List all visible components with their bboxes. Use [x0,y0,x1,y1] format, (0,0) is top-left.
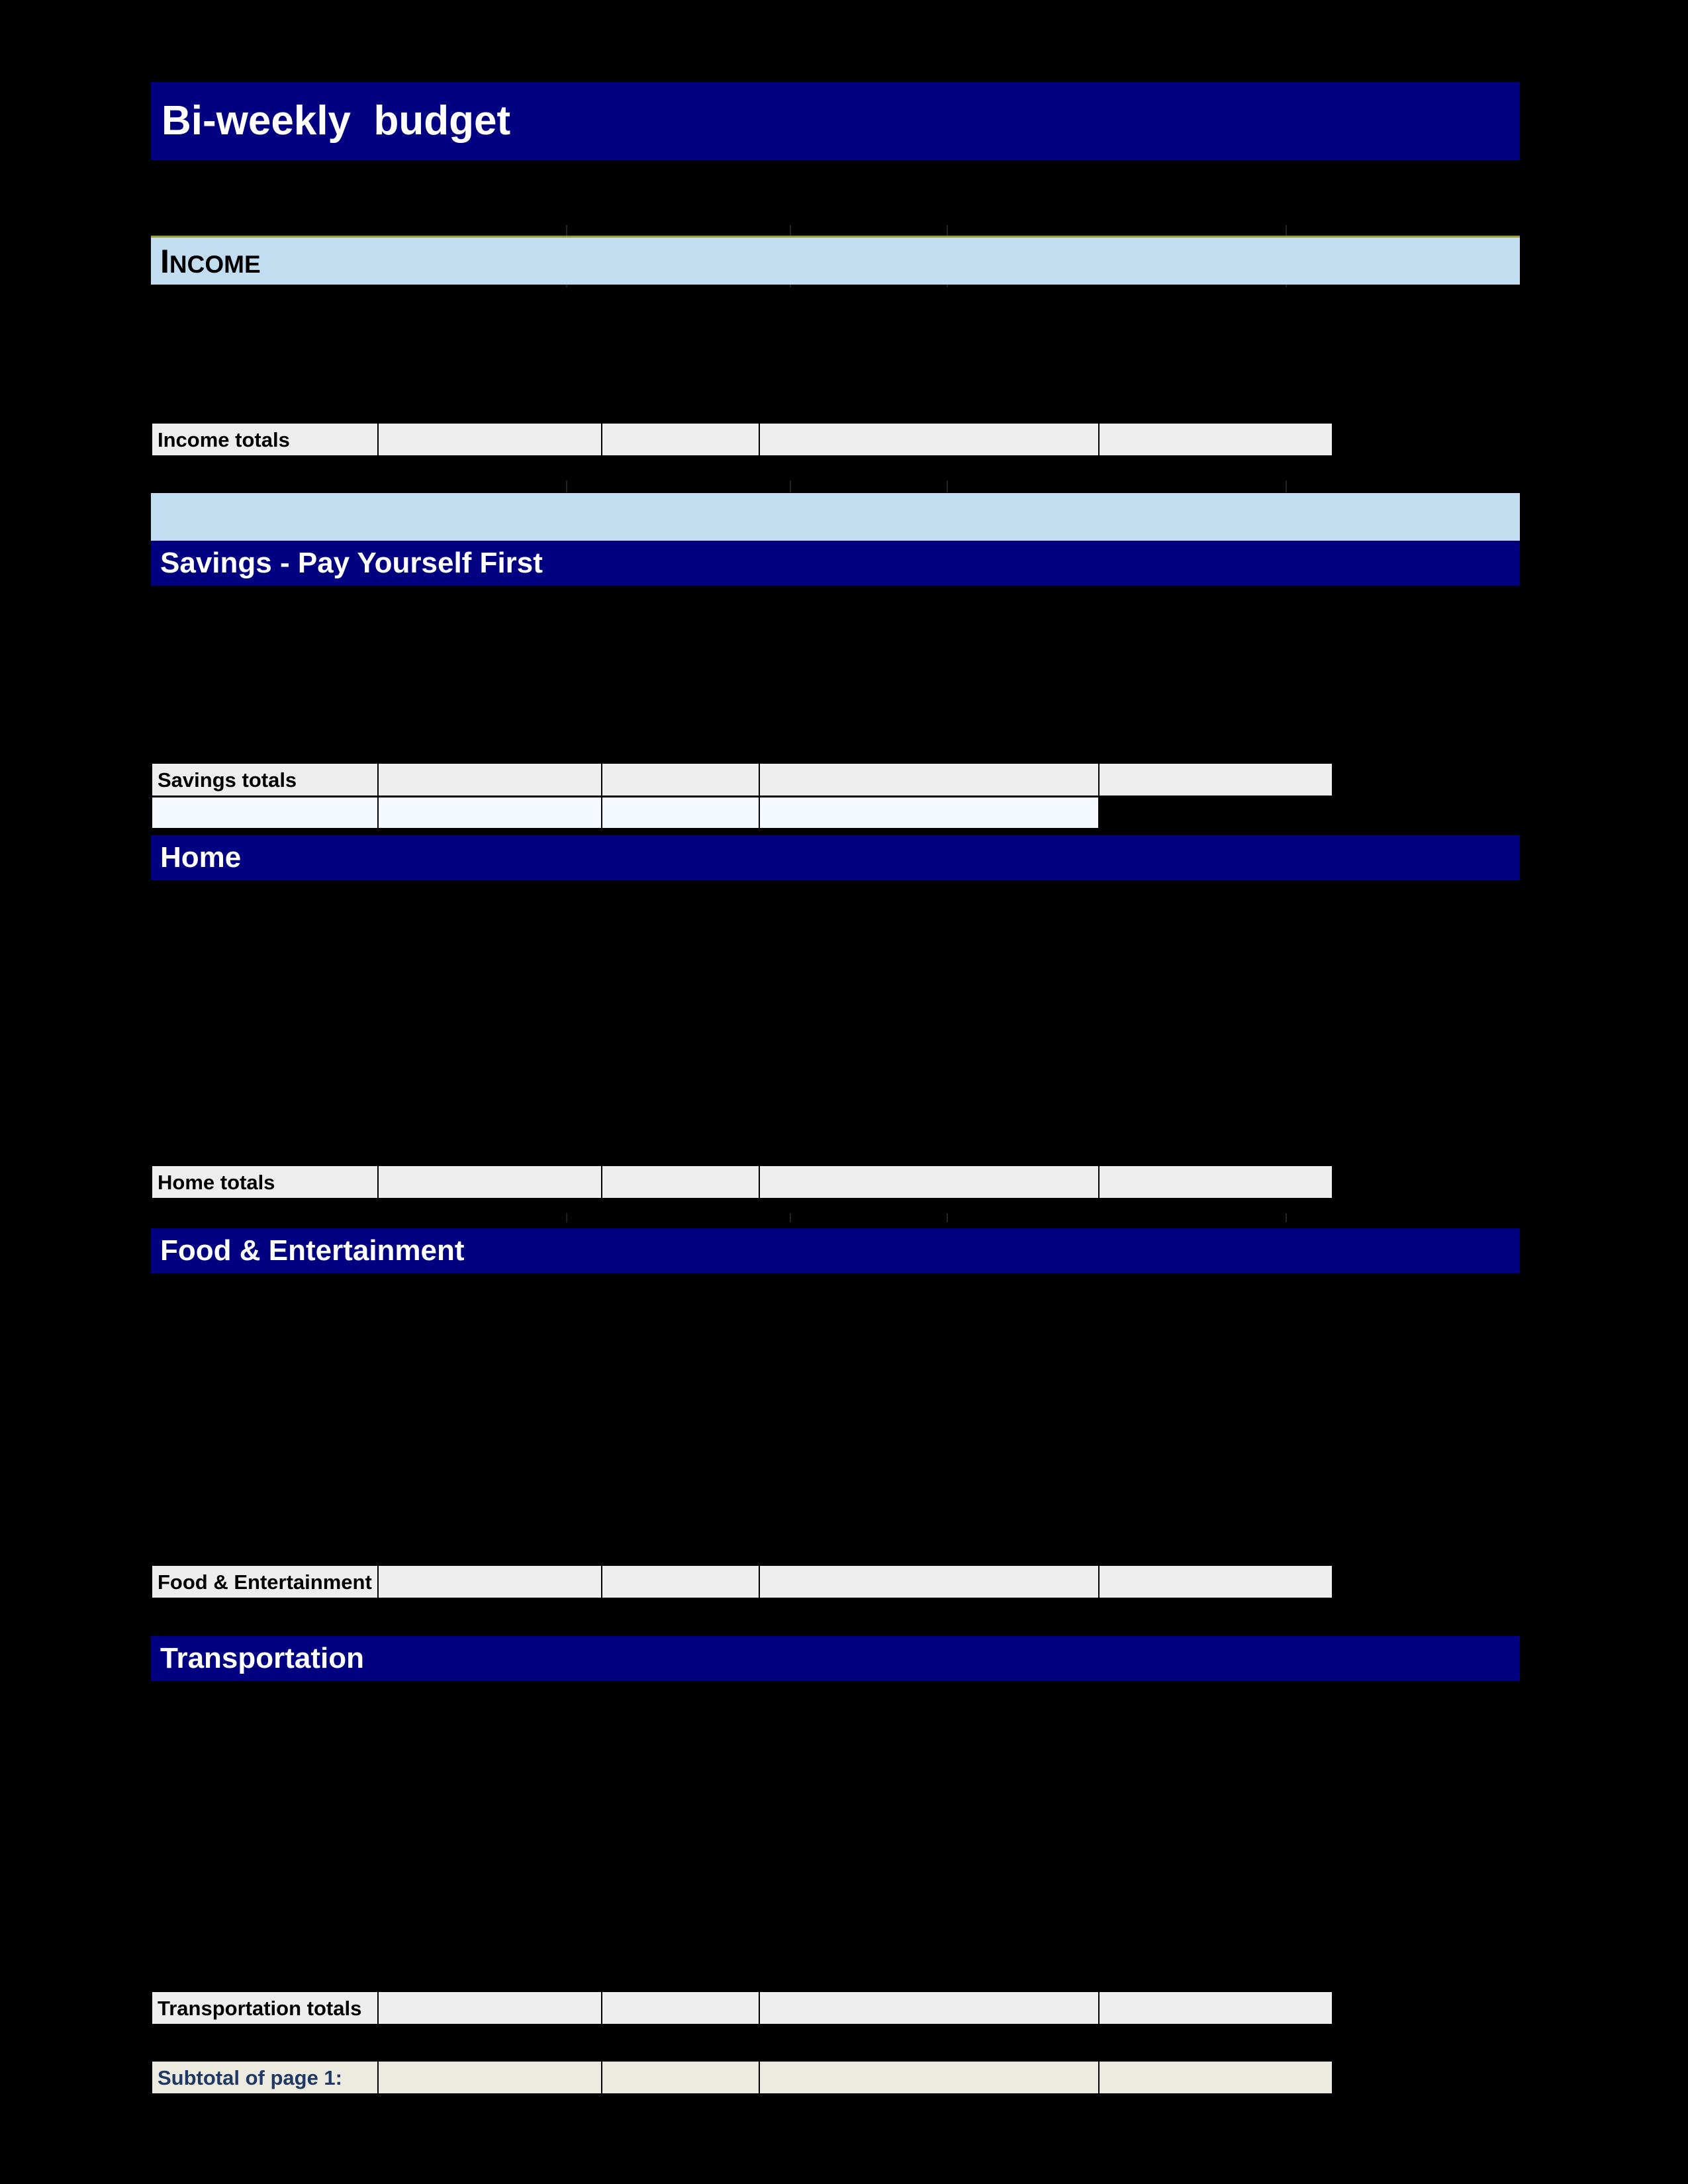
subtotal-page-1-row: Subtotal of page 1: [151,2060,1520,2095]
savings-blank-cell-1[interactable] [151,796,379,829]
food-entertainment-totals-label-cell: Food & Entertainment total [151,1565,421,1599]
home-totals-label: Home totals [158,1170,275,1194]
subtotal-page-1-value-2[interactable] [601,2060,760,2095]
transportation-totals-value-2[interactable] [601,1991,760,2025]
column-tick-12 [1286,480,1287,492]
home-totals-value-1[interactable] [377,1165,602,1199]
income-totals-value-3[interactable] [759,422,1100,457]
transportation-totals-label: Transportation totals [158,1996,362,2020]
income-totals-label-cell: Income totals [151,422,379,457]
section-header-transportation: Transportation [151,1636,1520,1681]
food-entertainment-totals-value-2[interactable] [601,1565,760,1599]
transportation-totals-value-4[interactable] [1098,1991,1333,2025]
food-entertainment-totals-value-1[interactable] [377,1565,602,1599]
home-totals-label-cell: Home totals [151,1165,379,1199]
income-initial-cap: I [160,242,169,280]
savings-totals-row: Savings totals [151,762,1520,797]
food-entertainment-totals-value-4[interactable] [1098,1565,1333,1599]
section-header-home: Home [151,835,1520,880]
savings-totals-value-2[interactable] [601,762,760,797]
home-totals-value-2[interactable] [601,1165,760,1199]
income-rest: NCOME [169,250,261,278]
savings-blank-cell-2[interactable] [377,796,602,829]
savings-section-spacer-band [151,493,1520,541]
section-header-savings-label: Savings - Pay Yourself First [160,547,543,579]
savings-blank-cell-3[interactable] [601,796,760,829]
section-header-savings: Savings - Pay Yourself First [151,541,1520,586]
transportation-totals-value-3[interactable] [759,1991,1100,2025]
column-tick-15 [947,1213,948,1222]
savings-totals-value-3[interactable] [759,762,1100,797]
column-tick-14 [790,1213,791,1222]
section-header-home-label: Home [160,841,242,874]
subtotal-page-1-value-1[interactable] [377,2060,602,2095]
home-totals-value-3[interactable] [759,1165,1100,1199]
section-header-food-entertainment-label: Food & Entertainment [160,1234,465,1267]
transportation-totals-value-1[interactable] [377,1991,602,2025]
subtotal-page-1-value-3[interactable] [759,2060,1100,2095]
income-totals-value-1[interactable] [377,422,602,457]
home-totals-row: Home totals [151,1165,1520,1199]
savings-blank-row [151,796,1285,829]
page-title-bar: Bi-weekly budget [151,82,1520,160]
home-totals-value-4[interactable] [1098,1165,1333,1199]
section-header-income: INCOME [151,236,1520,285]
food-entertainment-totals-value-3[interactable] [759,1565,1100,1599]
savings-blank-cell-4[interactable] [759,796,1100,829]
savings-totals-label: Savings totals [158,768,297,792]
income-totals-value-4[interactable] [1098,422,1333,457]
income-totals-value-2[interactable] [601,422,760,457]
subtotal-page-1-value-4[interactable] [1098,2060,1333,2095]
column-tick-11 [947,480,948,492]
section-header-income-label: INCOME [151,245,261,278]
food-entertainment-totals-row: Food & Entertainment total [151,1565,1520,1599]
section-header-food-entertainment: Food & Entertainment [151,1228,1520,1273]
income-totals-row: Income totals [151,422,1520,457]
column-tick-13 [566,1213,567,1222]
savings-totals-value-4[interactable] [1098,762,1333,797]
savings-totals-value-1[interactable] [377,762,602,797]
page-title: Bi-weekly budget [162,98,511,144]
transportation-totals-label-cell: Transportation totals [151,1991,379,2025]
income-totals-label: Income totals [158,428,290,451]
transportation-totals-row: Transportation totals [151,1991,1520,2025]
subtotal-page-1-label-cell: Subtotal of page 1: [151,2060,379,2095]
subtotal-page-1-label: Subtotal of page 1: [158,2066,342,2089]
column-tick-10 [790,480,791,492]
savings-totals-label-cell: Savings totals [151,762,379,797]
column-tick-16 [1286,1213,1287,1222]
column-tick-9 [566,480,567,492]
budget-worksheet: Bi-weekly budget INCOME Income totals Sa… [0,0,1688,2184]
section-header-transportation-label: Transportation [160,1642,365,1674]
